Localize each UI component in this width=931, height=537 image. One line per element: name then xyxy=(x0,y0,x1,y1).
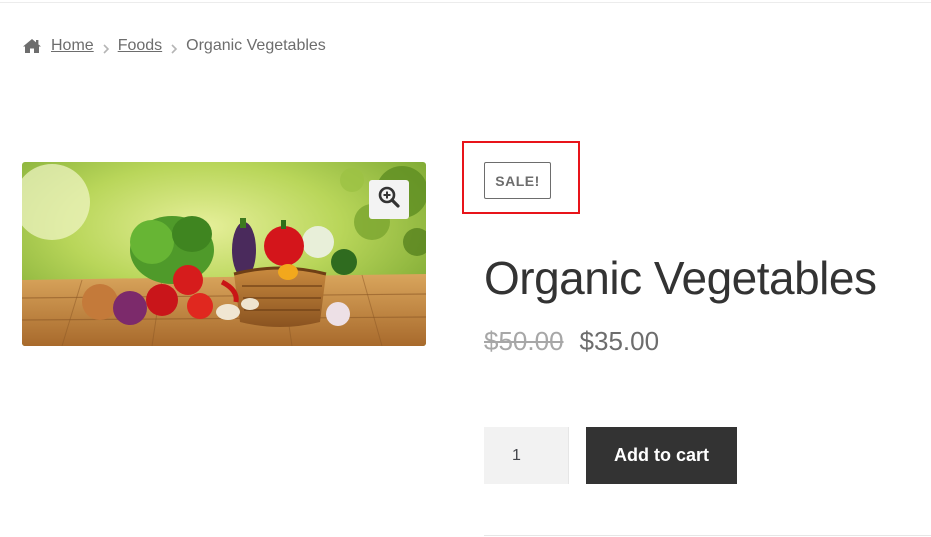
zoom-in-icon xyxy=(378,186,400,213)
product-title: Organic Vegetables xyxy=(484,251,877,304)
chevron-right-icon xyxy=(102,41,110,54)
breadcrumb-foods-link[interactable]: Foods xyxy=(118,37,162,55)
quantity-input[interactable] xyxy=(484,427,569,484)
breadcrumb-current: Organic Vegetables xyxy=(186,37,326,54)
sale-badge: SALE! xyxy=(484,162,551,199)
top-divider xyxy=(0,2,931,3)
original-price: $50.00 xyxy=(484,326,564,356)
bottom-divider xyxy=(484,535,931,536)
sale-price: $35.00 xyxy=(579,326,660,356)
zoom-button[interactable] xyxy=(369,180,409,219)
product-image[interactable] xyxy=(22,162,426,346)
product-price: $50.00 $35.00 xyxy=(484,326,659,357)
home-icon[interactable] xyxy=(22,38,42,54)
breadcrumb: Home Foods Organic Vegetables xyxy=(22,35,326,57)
chevron-right-icon xyxy=(170,41,178,54)
add-to-cart-button[interactable]: Add to cart xyxy=(586,427,737,484)
breadcrumb-home-link[interactable]: Home xyxy=(51,37,94,55)
